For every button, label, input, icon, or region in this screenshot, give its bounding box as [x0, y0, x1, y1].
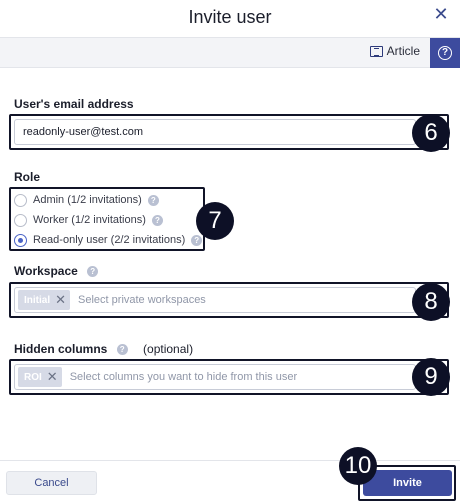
info-icon: ? — [87, 266, 99, 278]
marker-9: 9 — [412, 358, 450, 396]
workspace-label: Workspace ? — [14, 264, 99, 278]
workspace-chip: Initial ✕ — [18, 290, 71, 310]
workspace-label-text: Workspace — [14, 264, 78, 278]
invite-button[interactable]: Invite — [363, 470, 452, 496]
marker-8: 8 — [412, 283, 450, 321]
workspace-select[interactable]: Initial ✕ Select private workspaces — [14, 287, 416, 313]
optional-text: (optional) — [143, 342, 194, 356]
role-option-read-only-label: Read-only user (2/2 invitations) — [33, 234, 186, 246]
article-link[interactable]: Article — [369, 44, 420, 58]
hidden-columns-placeholder: Select columns you want to hide from thi… — [69, 371, 298, 383]
email-label: User's email address — [14, 97, 134, 111]
hidden-columns-label-text: Hidden columns — [14, 342, 108, 356]
workspace-chip-label: Initial — [24, 294, 51, 306]
close-icon[interactable]: ✕ — [432, 5, 450, 23]
info-icon: ? — [151, 214, 163, 226]
dialog-title: Invite user — [188, 7, 272, 27]
article-icon — [369, 45, 383, 57]
marker-10: 10 — [339, 447, 377, 485]
marker-6: 6 — [412, 114, 450, 152]
dialog-header: Invite user ✕ — [0, 0, 460, 38]
info-icon: ? — [191, 234, 203, 246]
radio-worker[interactable] — [14, 213, 27, 227]
marker-7: 7 — [196, 202, 234, 240]
hidden-columns-chip: ROI ✕ — [18, 367, 62, 387]
remove-chip-icon[interactable]: ✕ — [47, 369, 58, 385]
help-button[interactable]: ? — [430, 38, 460, 68]
article-label: Article — [386, 44, 420, 58]
hidden-columns-chip-label: ROI — [24, 371, 42, 383]
role-option-worker[interactable]: Worker (1/2 invitations) ? — [14, 212, 163, 228]
email-field[interactable] — [14, 119, 416, 145]
remove-chip-icon[interactable]: ✕ — [55, 292, 66, 308]
role-option-admin[interactable]: Admin (1/2 invitations) ? — [14, 192, 159, 208]
info-icon: ? — [116, 344, 128, 356]
role-option-worker-label: Worker (1/2 invitations) — [33, 214, 146, 226]
dialog-toolbar: Article ? — [0, 38, 460, 68]
cancel-button[interactable]: Cancel — [6, 471, 97, 495]
role-option-admin-label: Admin (1/2 invitations) — [33, 194, 142, 206]
role-label: Role — [14, 170, 41, 184]
hidden-columns-select[interactable]: ROI ✕ Select columns you want to hide fr… — [14, 364, 416, 390]
help-icon: ? — [438, 46, 452, 60]
radio-read-only[interactable] — [14, 233, 27, 247]
workspace-placeholder: Select private workspaces — [78, 294, 206, 306]
radio-admin[interactable] — [14, 193, 27, 207]
info-icon: ? — [147, 194, 159, 206]
hidden-columns-label: Hidden columns ? (optional) — [14, 342, 193, 356]
role-option-read-only[interactable]: Read-only user (2/2 invitations) ? — [14, 232, 203, 248]
